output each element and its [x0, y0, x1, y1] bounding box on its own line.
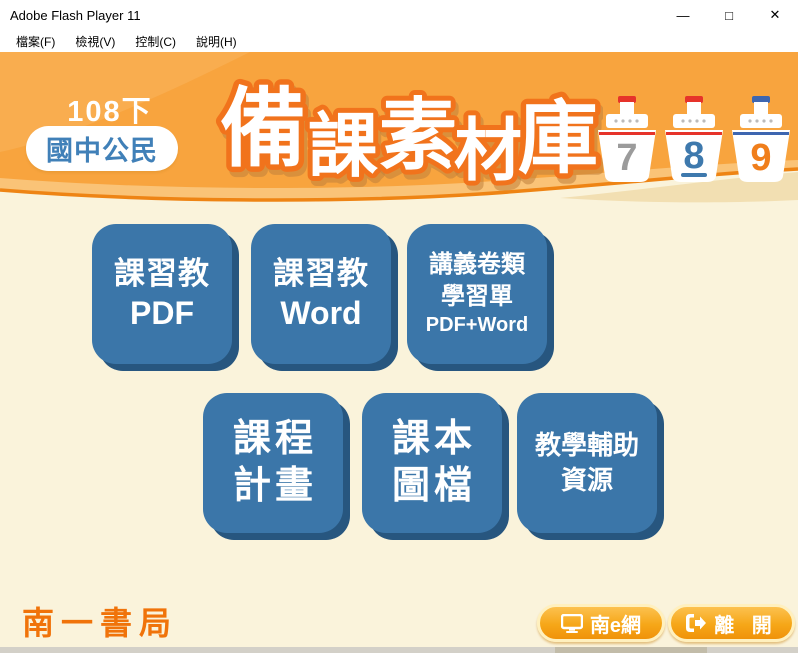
button-label-line: 計畫: [229, 463, 317, 511]
button-label-line: PDF: [130, 294, 194, 332]
button-label-line: Word: [280, 294, 361, 332]
title-char-5: 庫: [518, 94, 598, 183]
menu-control[interactable]: 控制(C): [131, 33, 180, 50]
menu-help[interactable]: 說明(H): [192, 33, 241, 50]
button-label-line: 講義卷類: [429, 249, 525, 280]
window-bottom-edge: [0, 647, 798, 653]
lesson-pdf-button[interactable]: 課習教 PDF: [92, 224, 232, 364]
window-controls: — □ ✕: [660, 0, 798, 30]
menu-file[interactable]: 檔案(F): [12, 33, 59, 50]
button-label-line: 課習教: [273, 255, 369, 294]
minimize-button[interactable]: —: [660, 0, 706, 30]
grade-9-boat-button[interactable]: 9: [730, 94, 792, 186]
button-label-line: 資源: [561, 463, 613, 498]
title-char-3: 素: [379, 91, 457, 179]
monitor-icon: [561, 614, 583, 633]
bottom-edge-segment: [555, 647, 707, 653]
exit-arrow-icon: [685, 613, 707, 633]
maximize-button[interactable]: □: [706, 0, 752, 30]
title-char-2: 課: [308, 107, 378, 185]
semester-label: 108下: [40, 88, 180, 130]
grade-7-boat-button[interactable]: 7: [596, 94, 658, 186]
curriculum-plan-button[interactable]: 課程 計畫: [203, 393, 343, 533]
grade-8-boat-button[interactable]: 8: [663, 94, 725, 186]
button-label-line: PDF+Word: [426, 312, 528, 339]
handout-worksheet-button[interactable]: 講義卷類 學習單 PDF+Word: [407, 224, 547, 364]
button-label-line: 課本: [388, 416, 476, 464]
window-title: Adobe Flash Player 11: [10, 8, 141, 23]
title-char-1: 備: [220, 81, 306, 177]
button-label-line: 學習單: [441, 281, 513, 312]
button-label-line: 課程: [229, 416, 317, 464]
button-label-line: 教學輔助: [535, 428, 639, 463]
teaching-aid-resources-button[interactable]: 教學輔助 資源: [517, 393, 657, 533]
exit-button[interactable]: 離 開: [668, 604, 795, 642]
close-button[interactable]: ✕: [752, 0, 798, 30]
flash-stage: 108下 國中公民 備 課 素 材 庫 7: [0, 52, 798, 653]
grade-7-number: 7: [616, 137, 637, 179]
menu-bar: 檔案(F) 檢視(V) 控制(C) 說明(H): [0, 30, 798, 52]
app-title: 備 課 素 材 庫: [203, 58, 603, 198]
button-label-line: 圖檔: [388, 463, 476, 511]
grade-8-selected-underline: [681, 173, 707, 177]
title-char-4: 材: [454, 113, 522, 189]
textbook-images-button[interactable]: 課本 圖檔: [362, 393, 502, 533]
nan-e-net-button[interactable]: 南e網: [537, 604, 665, 642]
button-label-line: 課習教: [114, 255, 210, 294]
exit-label: 離 開: [714, 609, 778, 638]
grade-9-number: 9: [750, 137, 771, 179]
grade-8-number: 8: [683, 135, 704, 177]
nan-e-net-label: 南e網: [590, 609, 641, 638]
publisher-logo: 南一書局: [22, 598, 178, 644]
subject-badge: 國中公民: [26, 126, 178, 171]
menu-view[interactable]: 檢視(V): [71, 33, 119, 50]
lesson-word-button[interactable]: 課習教 Word: [251, 224, 391, 364]
flash-player-window: Adobe Flash Player 11 — □ ✕ 檔案(F) 檢視(V) …: [0, 0, 798, 653]
